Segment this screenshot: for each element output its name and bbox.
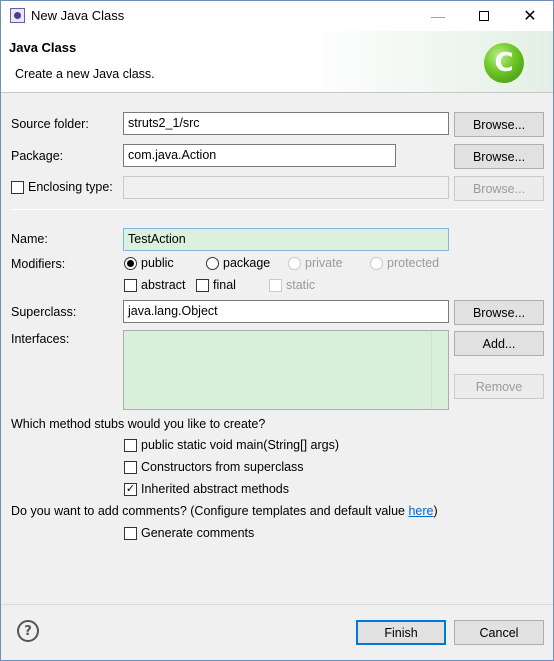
close-button[interactable]: ✕ bbox=[507, 1, 553, 31]
title-bar[interactable]: New Java Class — ✕ bbox=[1, 1, 553, 31]
class-icon-letter: C bbox=[494, 48, 514, 78]
constructors-label: Constructors from superclass bbox=[141, 460, 304, 474]
source-folder-field[interactable]: struts2_1/src bbox=[123, 112, 449, 135]
package-field[interactable]: com.java.Action bbox=[123, 144, 396, 167]
interfaces-list[interactable] bbox=[123, 330, 449, 410]
remove-interface-button[interactable]: Remove bbox=[454, 374, 544, 399]
inherited-methods-label: Inherited abstract methods bbox=[141, 482, 289, 496]
banner-title: Java Class bbox=[9, 40, 77, 55]
add-interface-button[interactable]: Add... bbox=[454, 331, 544, 356]
superclass-field[interactable]: java.lang.Object bbox=[123, 300, 449, 323]
enclosing-type-label: Enclosing type: bbox=[28, 180, 113, 194]
comments-question-suffix: ) bbox=[433, 504, 438, 518]
static-checkbox[interactable] bbox=[269, 279, 282, 292]
comments-question-text: Do you want to add comments? (Configure … bbox=[11, 504, 409, 518]
enclosing-type-field[interactable] bbox=[123, 176, 449, 199]
abstract-checkbox[interactable] bbox=[124, 279, 137, 292]
generate-comments-label: Generate comments bbox=[141, 526, 255, 540]
check-mark-icon: ✓ bbox=[125, 483, 136, 495]
banner-subtitle: Create a new Java class. bbox=[15, 67, 155, 81]
method-stubs-question: Which method stubs would you like to cre… bbox=[11, 417, 266, 431]
comments-question: Do you want to add comments? (Configure … bbox=[11, 504, 438, 518]
public-radio[interactable] bbox=[124, 257, 137, 270]
package-radio[interactable] bbox=[206, 257, 219, 270]
source-folder-label: Source folder: bbox=[11, 117, 89, 131]
main-method-label: public static void main(String[] args) bbox=[141, 438, 339, 452]
superclass-label: Superclass: bbox=[11, 305, 77, 319]
modifiers-label: Modifiers: bbox=[11, 257, 66, 271]
window-title: New Java Class bbox=[31, 8, 125, 23]
eclipse-app-icon bbox=[10, 8, 25, 23]
cancel-button[interactable]: Cancel bbox=[454, 620, 544, 645]
new-java-class-dialog: New Java Class — ✕ Java Class Create a n… bbox=[0, 0, 554, 661]
interfaces-scrollbar[interactable] bbox=[431, 331, 448, 409]
source-folder-browse-button[interactable]: Browse... bbox=[454, 112, 544, 137]
minimize-button[interactable]: — bbox=[415, 1, 461, 31]
superclass-browse-button[interactable]: Browse... bbox=[454, 300, 544, 325]
main-method-checkbox[interactable] bbox=[124, 439, 137, 452]
wizard-banner: Java Class Create a new Java class. C bbox=[1, 31, 553, 93]
enclosing-type-checkbox[interactable] bbox=[11, 181, 24, 194]
configure-templates-link[interactable]: here bbox=[408, 504, 433, 518]
package-label: Package: bbox=[11, 149, 64, 163]
radio-selected-dot bbox=[127, 260, 134, 267]
package-radio-label: package bbox=[223, 256, 271, 270]
help-glyph: ? bbox=[24, 623, 32, 639]
final-checkbox-label: final bbox=[213, 278, 236, 292]
protected-radio-label: protected bbox=[387, 256, 440, 270]
final-checkbox[interactable] bbox=[196, 279, 209, 292]
constructors-checkbox[interactable] bbox=[124, 461, 137, 474]
help-icon[interactable]: ? bbox=[17, 620, 39, 642]
java-class-icon: C bbox=[484, 43, 524, 83]
name-field[interactable]: TestAction bbox=[123, 228, 449, 251]
close-icon: ✕ bbox=[523, 8, 537, 25]
finish-button[interactable]: Finish bbox=[356, 620, 446, 645]
wizard-form: Source folder: struts2_1/src Browse... P… bbox=[1, 94, 553, 604]
generate-comments-checkbox[interactable] bbox=[124, 527, 137, 540]
static-checkbox-label: static bbox=[286, 278, 316, 292]
public-radio-label: public bbox=[141, 256, 174, 270]
inherited-methods-checkbox[interactable]: ✓ bbox=[124, 483, 137, 496]
abstract-checkbox-label: abstract bbox=[141, 278, 186, 292]
separator bbox=[11, 209, 544, 210]
dialog-footer: ? Finish Cancel bbox=[1, 604, 553, 660]
protected-radio[interactable] bbox=[370, 257, 383, 270]
maximize-icon bbox=[479, 11, 489, 21]
minimize-icon: — bbox=[431, 8, 445, 24]
private-radio-label: private bbox=[305, 256, 343, 270]
maximize-button[interactable] bbox=[461, 1, 507, 31]
package-browse-button[interactable]: Browse... bbox=[454, 144, 544, 169]
enclosing-type-browse-button[interactable]: Browse... bbox=[454, 176, 544, 201]
name-label: Name: bbox=[11, 232, 48, 246]
interfaces-label: Interfaces: bbox=[11, 332, 70, 346]
private-radio[interactable] bbox=[288, 257, 301, 270]
